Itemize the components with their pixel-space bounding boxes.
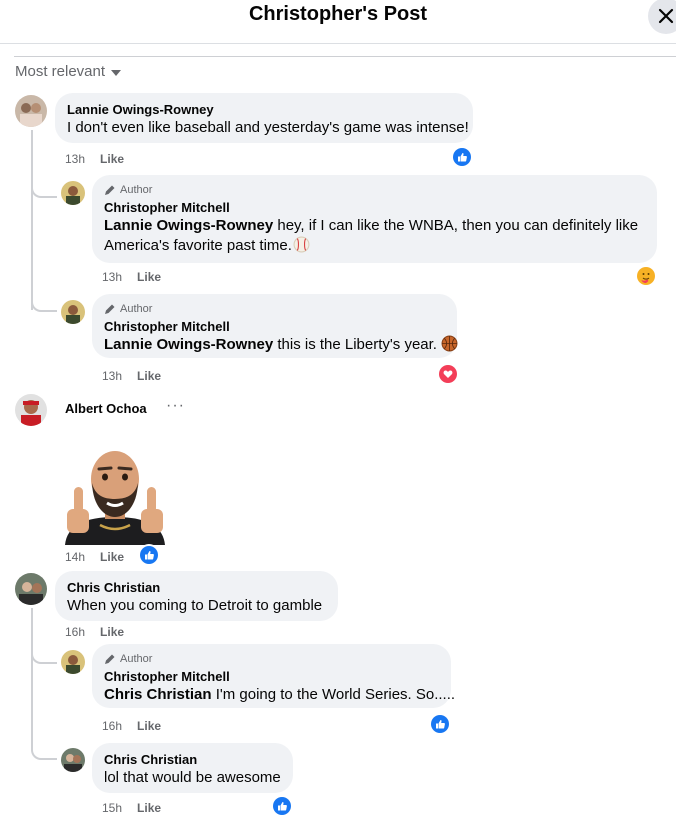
caret-down-icon [111, 69, 122, 76]
reply-connector [31, 640, 57, 664]
author-badge: Author [104, 652, 439, 666]
like-button[interactable]: Like [100, 550, 124, 564]
comment-meta: 16h Like [65, 625, 124, 639]
comment-author[interactable]: Christopher Mitchell [104, 668, 439, 685]
mention-link[interactable]: Lannie Owings-Rowney [104, 336, 273, 353]
comment-bubble: Lannie Owings-Rowney I don't even like b… [55, 93, 473, 143]
comment-text: I don't even like baseball and yesterday… [67, 119, 469, 136]
comment-author[interactable]: Albert Ochoa [65, 401, 147, 416]
pencil-icon [105, 304, 115, 314]
comment-meta: 14h Like [65, 550, 124, 564]
comment-text: lol that would be awesome [104, 769, 281, 786]
pencil-icon [105, 654, 115, 664]
like-button[interactable]: Like [137, 801, 161, 815]
comment-meta: 15h Like [102, 801, 161, 815]
author-badge-label: Author [120, 653, 153, 665]
avatar[interactable] [61, 748, 85, 772]
divider [14, 56, 676, 57]
comment-author[interactable]: Chris Christian [104, 751, 281, 768]
comment-time[interactable]: 13h [102, 270, 122, 284]
avatar[interactable] [61, 300, 85, 324]
comment-time[interactable]: 16h [65, 625, 85, 639]
like-button[interactable]: Like [100, 152, 124, 166]
post-dialog-header: Christopher's Post [0, 0, 676, 44]
like-icon[interactable] [431, 715, 449, 733]
baseball-emoji-icon [293, 236, 310, 253]
close-button[interactable] [648, 0, 676, 34]
avatar[interactable] [61, 181, 85, 205]
close-icon [658, 8, 674, 24]
reply-bubble: Author Christopher Mitchell Chris Christ… [92, 644, 455, 708]
like-button[interactable]: Like [137, 719, 161, 733]
mention-link[interactable]: Lannie Owings-Rowney [104, 217, 273, 234]
author-badge-label: Author [120, 303, 153, 315]
mention-link[interactable]: Chris Christian [104, 686, 212, 703]
comment-author[interactable]: Chris Christian [67, 579, 326, 596]
comment-text: When you coming to Detroit to gamble [67, 597, 323, 614]
comment-bubble: Chris Christian When you coming to Detro… [55, 571, 338, 621]
avatar[interactable] [61, 650, 85, 674]
reply-connector [31, 170, 57, 198]
comment-text: Lannie Owings-Rowney hey, if I can like … [104, 216, 645, 236]
comment-text-line2: America's favorite past time. [104, 236, 645, 256]
thumbs-up-avatar-sticker [55, 447, 175, 545]
care-icon[interactable] [637, 267, 655, 285]
comment-time[interactable]: 14h [65, 550, 85, 564]
comment-meta: 16h Like [102, 719, 161, 733]
comment-author[interactable]: Christopher Mitchell [104, 318, 445, 335]
comment-author[interactable]: Lannie Owings-Rowney [67, 101, 461, 118]
like-icon[interactable] [140, 546, 158, 564]
comment-text: Chris Christian I'm going to the World S… [104, 685, 455, 705]
reply-bubble: Author Christopher Mitchell Lannie Owing… [92, 175, 657, 263]
like-button[interactable]: Like [137, 369, 161, 383]
like-button[interactable]: Like [137, 270, 161, 284]
like-icon[interactable] [453, 148, 471, 166]
avatar[interactable] [15, 573, 47, 605]
sort-label: Most relevant [15, 63, 106, 80]
comment-meta: 13h Like [102, 270, 161, 284]
dialog-title: Christopher's Post [248, 3, 428, 25]
like-icon[interactable] [273, 797, 291, 815]
thread-line [31, 608, 33, 750]
love-icon[interactable] [439, 365, 457, 383]
comment-author[interactable]: Christopher Mitchell [104, 199, 645, 216]
comment-text-line1: hey, if I can like the WNBA, then you ca… [273, 217, 639, 234]
comment-time[interactable]: 15h [102, 801, 122, 815]
comment-sort-dropdown[interactable]: Most relevant [15, 63, 122, 80]
comment-text: Lannie Owings-Rowney this is the Liberty… [104, 335, 458, 355]
comment-meta: 13h Like [102, 369, 161, 383]
avatar[interactable] [15, 95, 47, 127]
comment-text-body: this is the Liberty's year. [273, 336, 437, 353]
reply-connector [31, 736, 57, 760]
comment-time[interactable]: 13h [102, 369, 122, 383]
more-options-button[interactable]: ··· [166, 397, 185, 415]
comment-time[interactable]: 16h [102, 719, 122, 733]
comment-meta: 13h Like [65, 152, 124, 166]
comment-text-body: I'm going to the World Series. So..... [211, 686, 456, 703]
reply-connector [31, 288, 57, 312]
author-badge: Author [104, 302, 445, 316]
comment-time[interactable]: 13h [65, 152, 85, 166]
pencil-icon [105, 185, 115, 195]
avatar[interactable] [15, 394, 47, 426]
basketball-emoji-icon [441, 335, 458, 352]
author-badge-label: Author [120, 184, 153, 196]
author-badge: Author [104, 183, 645, 197]
reply-bubble: Chris Christian lol that would be awesom… [92, 743, 293, 793]
like-button[interactable]: Like [100, 625, 124, 639]
reply-bubble: Author Christopher Mitchell Lannie Owing… [92, 294, 458, 358]
